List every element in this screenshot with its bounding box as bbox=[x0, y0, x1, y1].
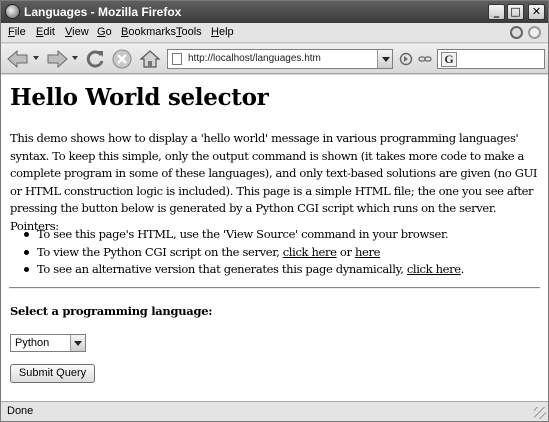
forward-history-dropdown[interactable] bbox=[72, 56, 78, 60]
back-history-dropdown[interactable] bbox=[33, 56, 39, 60]
search-box[interactable]: G bbox=[437, 49, 545, 69]
go-button[interactable] bbox=[398, 48, 414, 70]
browser-window: Languages - Mozilla Firefox _ □ ✕ File E… bbox=[0, 0, 549, 422]
menu-view[interactable]: View bbox=[65, 26, 89, 38]
address-bar[interactable]: http://localhost/languages.htm bbox=[167, 49, 393, 69]
reload-button[interactable] bbox=[83, 48, 107, 70]
pointer-text-cgi: To view the Python CGI script on the ser… bbox=[37, 244, 283, 259]
alternative-version-link[interactable]: click here bbox=[407, 262, 461, 276]
window-title: Languages - Mozilla Firefox bbox=[24, 5, 182, 19]
settings-gear-icon bbox=[528, 26, 541, 39]
home-button[interactable] bbox=[138, 48, 162, 70]
menu-file[interactable]: File bbox=[8, 26, 26, 38]
title-bar: Languages - Mozilla Firefox _ □ ✕ bbox=[1, 1, 548, 23]
address-input[interactable]: http://localhost/languages.htm bbox=[188, 53, 321, 64]
chevron-down-icon[interactable] bbox=[70, 335, 85, 351]
pointer-text-or: or bbox=[336, 244, 355, 259]
pointer-text-view-source: To see this page's HTML, use the 'View S… bbox=[37, 227, 449, 241]
list-item: To see an alternative version that gener… bbox=[24, 261, 542, 279]
cgi-script-link-1[interactable]: click here bbox=[283, 245, 337, 259]
pointer-text-alternative: To see an alternative version that gener… bbox=[37, 262, 407, 276]
language-select-value: Python bbox=[15, 337, 50, 349]
navigation-toolbar: http://localhost/languages.htm G bbox=[1, 44, 548, 74]
menu-edit[interactable]: Edit bbox=[36, 26, 55, 38]
link-icon bbox=[418, 56, 432, 62]
language-select[interactable]: Python bbox=[10, 334, 86, 352]
menu-bar: File Edit View Go Bookmarks Tools Help bbox=[1, 23, 548, 43]
submit-query-button[interactable]: Submit Query bbox=[10, 364, 95, 383]
list-item: To view the Python CGI script on the ser… bbox=[24, 244, 542, 262]
close-button[interactable]: ✕ bbox=[528, 4, 545, 20]
language-select-label: Select a programming language: bbox=[10, 304, 213, 318]
page-content: Hello World selector This demo shows how… bbox=[1, 75, 548, 401]
pointers-list: To see this page's HTML, use the 'View S… bbox=[24, 226, 542, 279]
activity-throbber-icon bbox=[510, 26, 523, 39]
page-title: Hello World selector bbox=[10, 84, 269, 111]
google-search-icon[interactable]: G bbox=[441, 52, 457, 67]
menu-help[interactable]: Help bbox=[211, 26, 234, 38]
menu-go[interactable]: Go bbox=[97, 26, 112, 38]
back-arrow-icon bbox=[7, 49, 28, 69]
intro-paragraph: This demo shows how to display a 'hello … bbox=[10, 131, 538, 233]
status-bar: Done bbox=[1, 401, 548, 421]
pointer-text-period: . bbox=[460, 262, 465, 276]
home-icon bbox=[139, 50, 161, 68]
maximize-button[interactable]: □ bbox=[507, 4, 524, 20]
link-button[interactable] bbox=[417, 48, 433, 70]
forward-arrow-icon bbox=[47, 49, 68, 69]
resize-grip-icon[interactable] bbox=[534, 407, 546, 419]
page-icon bbox=[172, 53, 182, 65]
status-text: Done bbox=[7, 405, 34, 417]
minimize-button[interactable]: _ bbox=[488, 4, 505, 20]
menu-bookmarks[interactable]: Bookmarks bbox=[121, 26, 176, 38]
stop-button[interactable] bbox=[110, 48, 134, 70]
stop-icon bbox=[112, 49, 132, 69]
cgi-script-link-2[interactable]: here bbox=[355, 245, 380, 259]
address-dropdown-button[interactable] bbox=[377, 50, 392, 68]
menu-tools[interactable]: Tools bbox=[176, 26, 202, 38]
list-item: To see this page's HTML, use the 'View S… bbox=[24, 226, 542, 244]
go-icon bbox=[399, 52, 413, 66]
forward-button[interactable] bbox=[45, 48, 69, 70]
back-button[interactable] bbox=[6, 48, 30, 70]
reload-icon bbox=[86, 50, 104, 68]
firefox-app-icon bbox=[5, 4, 20, 19]
horizontal-rule bbox=[9, 287, 540, 289]
